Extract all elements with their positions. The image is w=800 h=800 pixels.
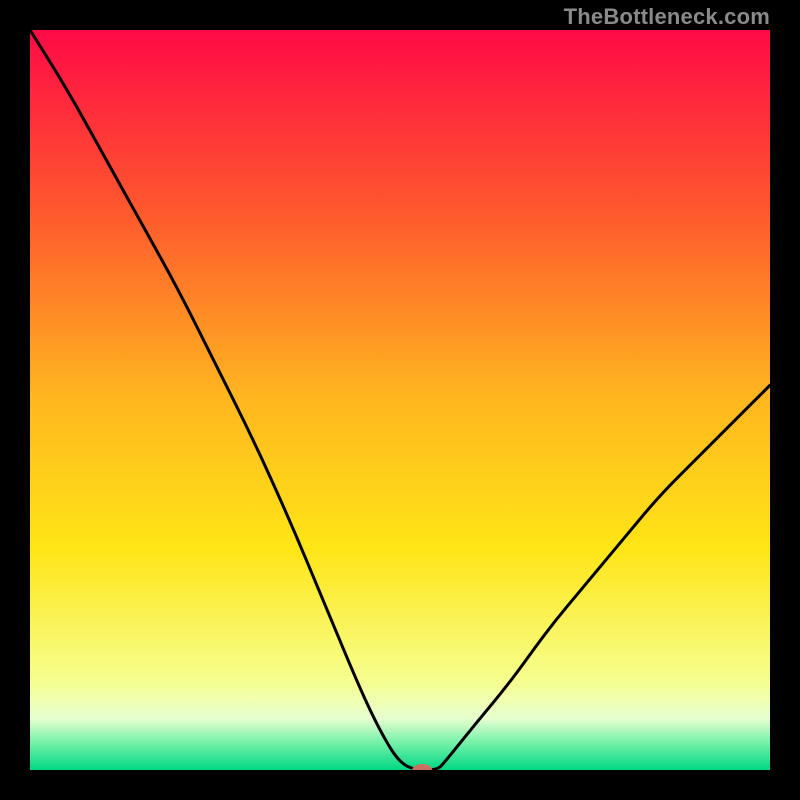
watermark-text: TheBottleneck.com — [564, 4, 770, 30]
chart-svg — [30, 30, 770, 770]
chart-frame: TheBottleneck.com — [0, 0, 800, 800]
plot-area — [30, 30, 770, 770]
gradient-rect — [30, 30, 770, 770]
